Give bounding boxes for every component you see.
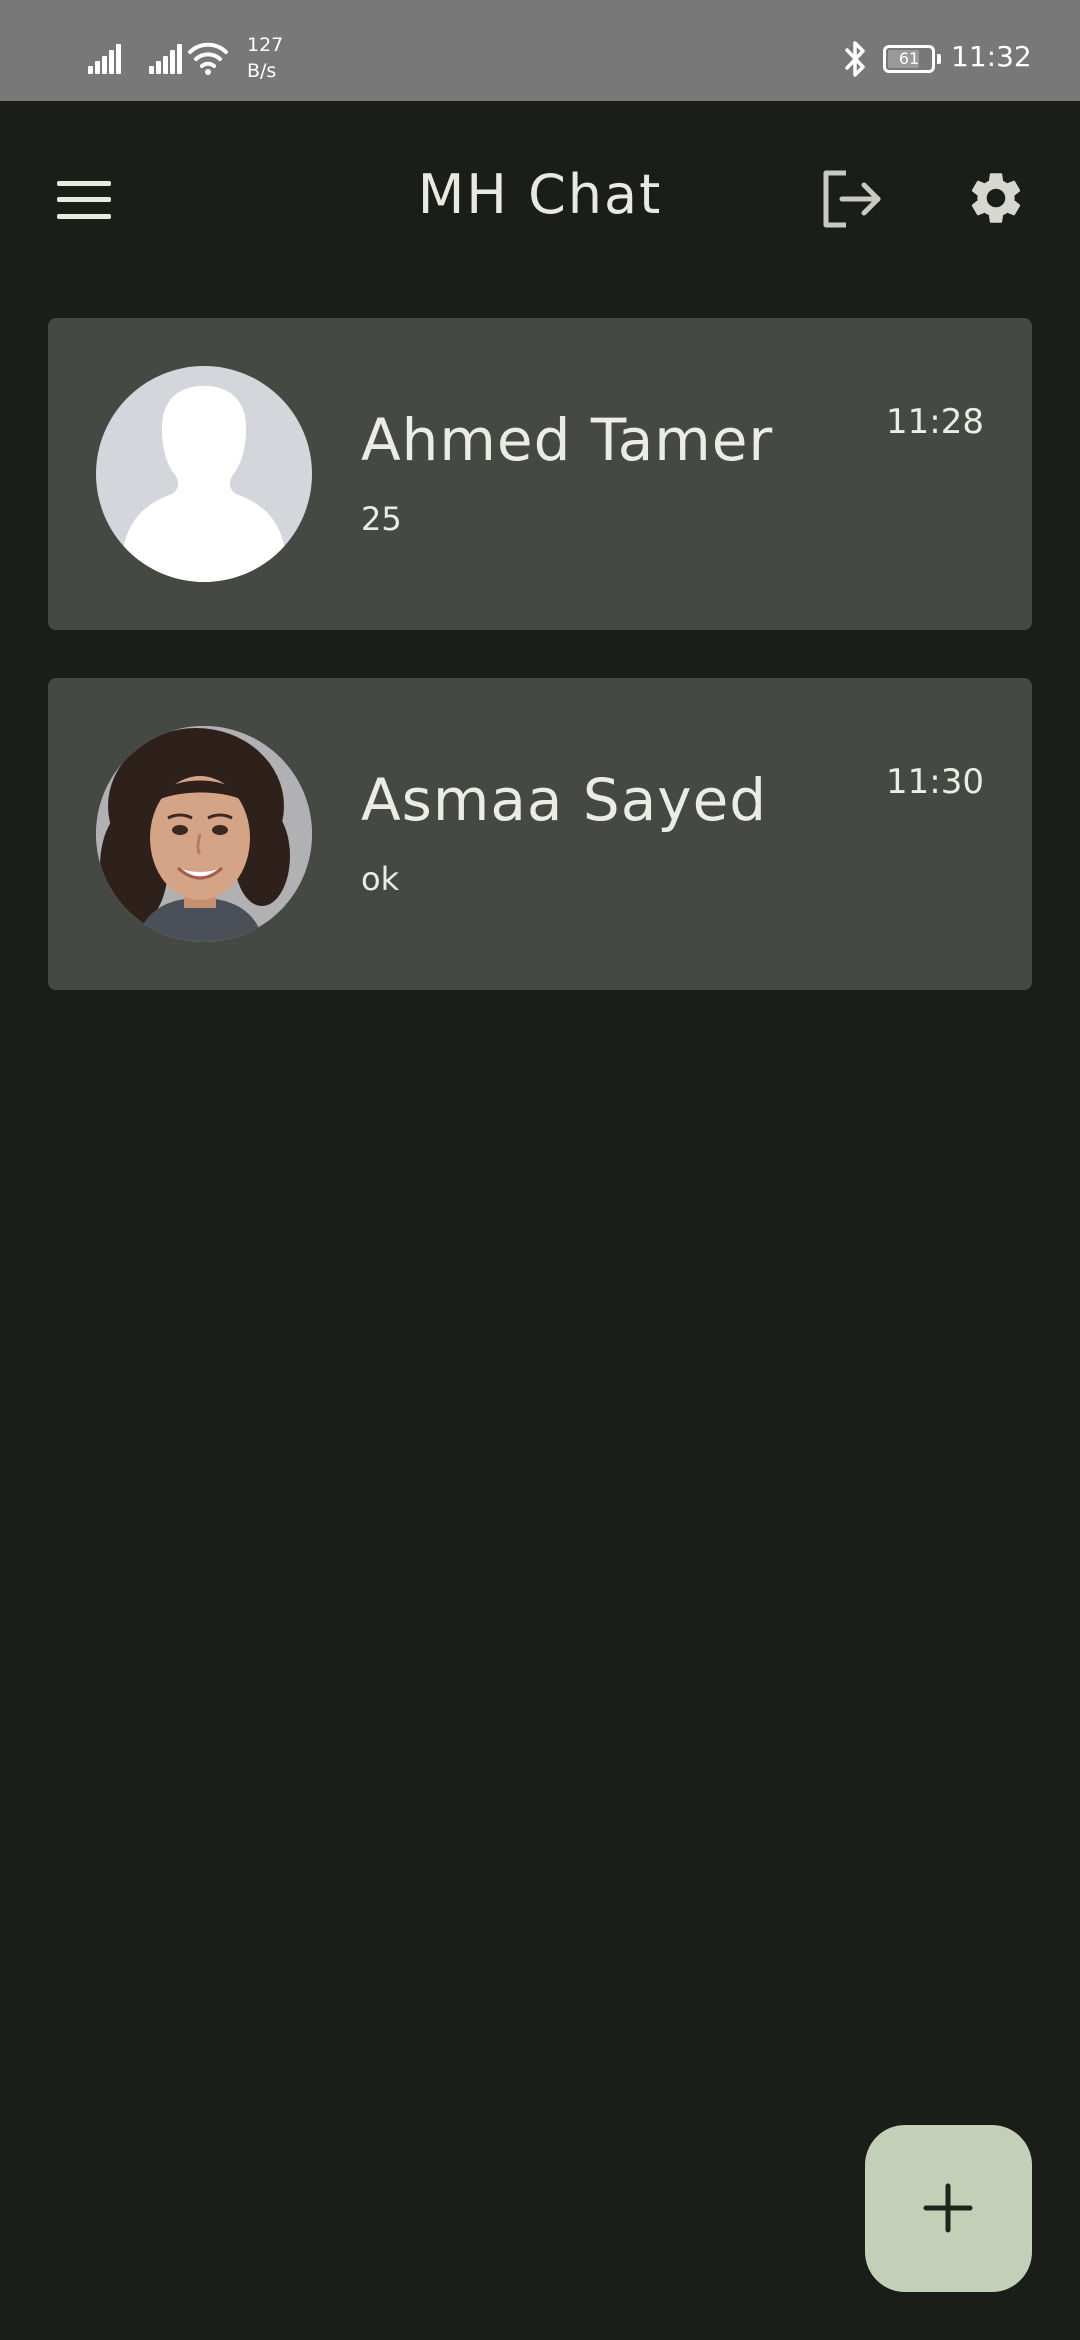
app-title: MH Chat (417, 163, 663, 226)
last-message: ok (361, 860, 400, 898)
default-avatar (96, 366, 312, 582)
app-bar: MH Chat (0, 101, 1080, 291)
menu-icon[interactable] (57, 181, 111, 219)
contact-name: Ahmed Tamer (361, 406, 774, 474)
chat-item[interactable]: Asmaa Sayed ok 11:30 (48, 678, 1032, 990)
contact-name: Asmaa Sayed (361, 766, 768, 834)
signal-icon (88, 44, 121, 74)
battery-level: 61 (898, 49, 920, 68)
new-chat-button[interactable] (865, 2125, 1032, 2292)
battery-icon: 61 (883, 45, 941, 73)
plus-icon (923, 2183, 973, 2233)
network-speed-unit: B/s (247, 60, 277, 82)
status-time: 11:32 (951, 40, 1032, 73)
bluetooth-icon (840, 40, 870, 82)
status-bar: 127 B/s 61 11:32 (0, 0, 1080, 101)
photo-avatar (96, 726, 312, 942)
network-speed-value: 127 (247, 34, 284, 56)
message-time: 11:30 (886, 762, 984, 802)
signal-icon (149, 44, 182, 74)
settings-icon[interactable] (965, 167, 1027, 233)
chat-item[interactable]: Ahmed Tamer 25 11:28 (48, 318, 1032, 630)
wifi-icon (188, 40, 228, 80)
last-message: 25 (361, 500, 402, 538)
message-time: 11:28 (886, 402, 984, 442)
network-speed: 127 B/s (247, 32, 283, 84)
logout-icon[interactable] (820, 167, 884, 235)
